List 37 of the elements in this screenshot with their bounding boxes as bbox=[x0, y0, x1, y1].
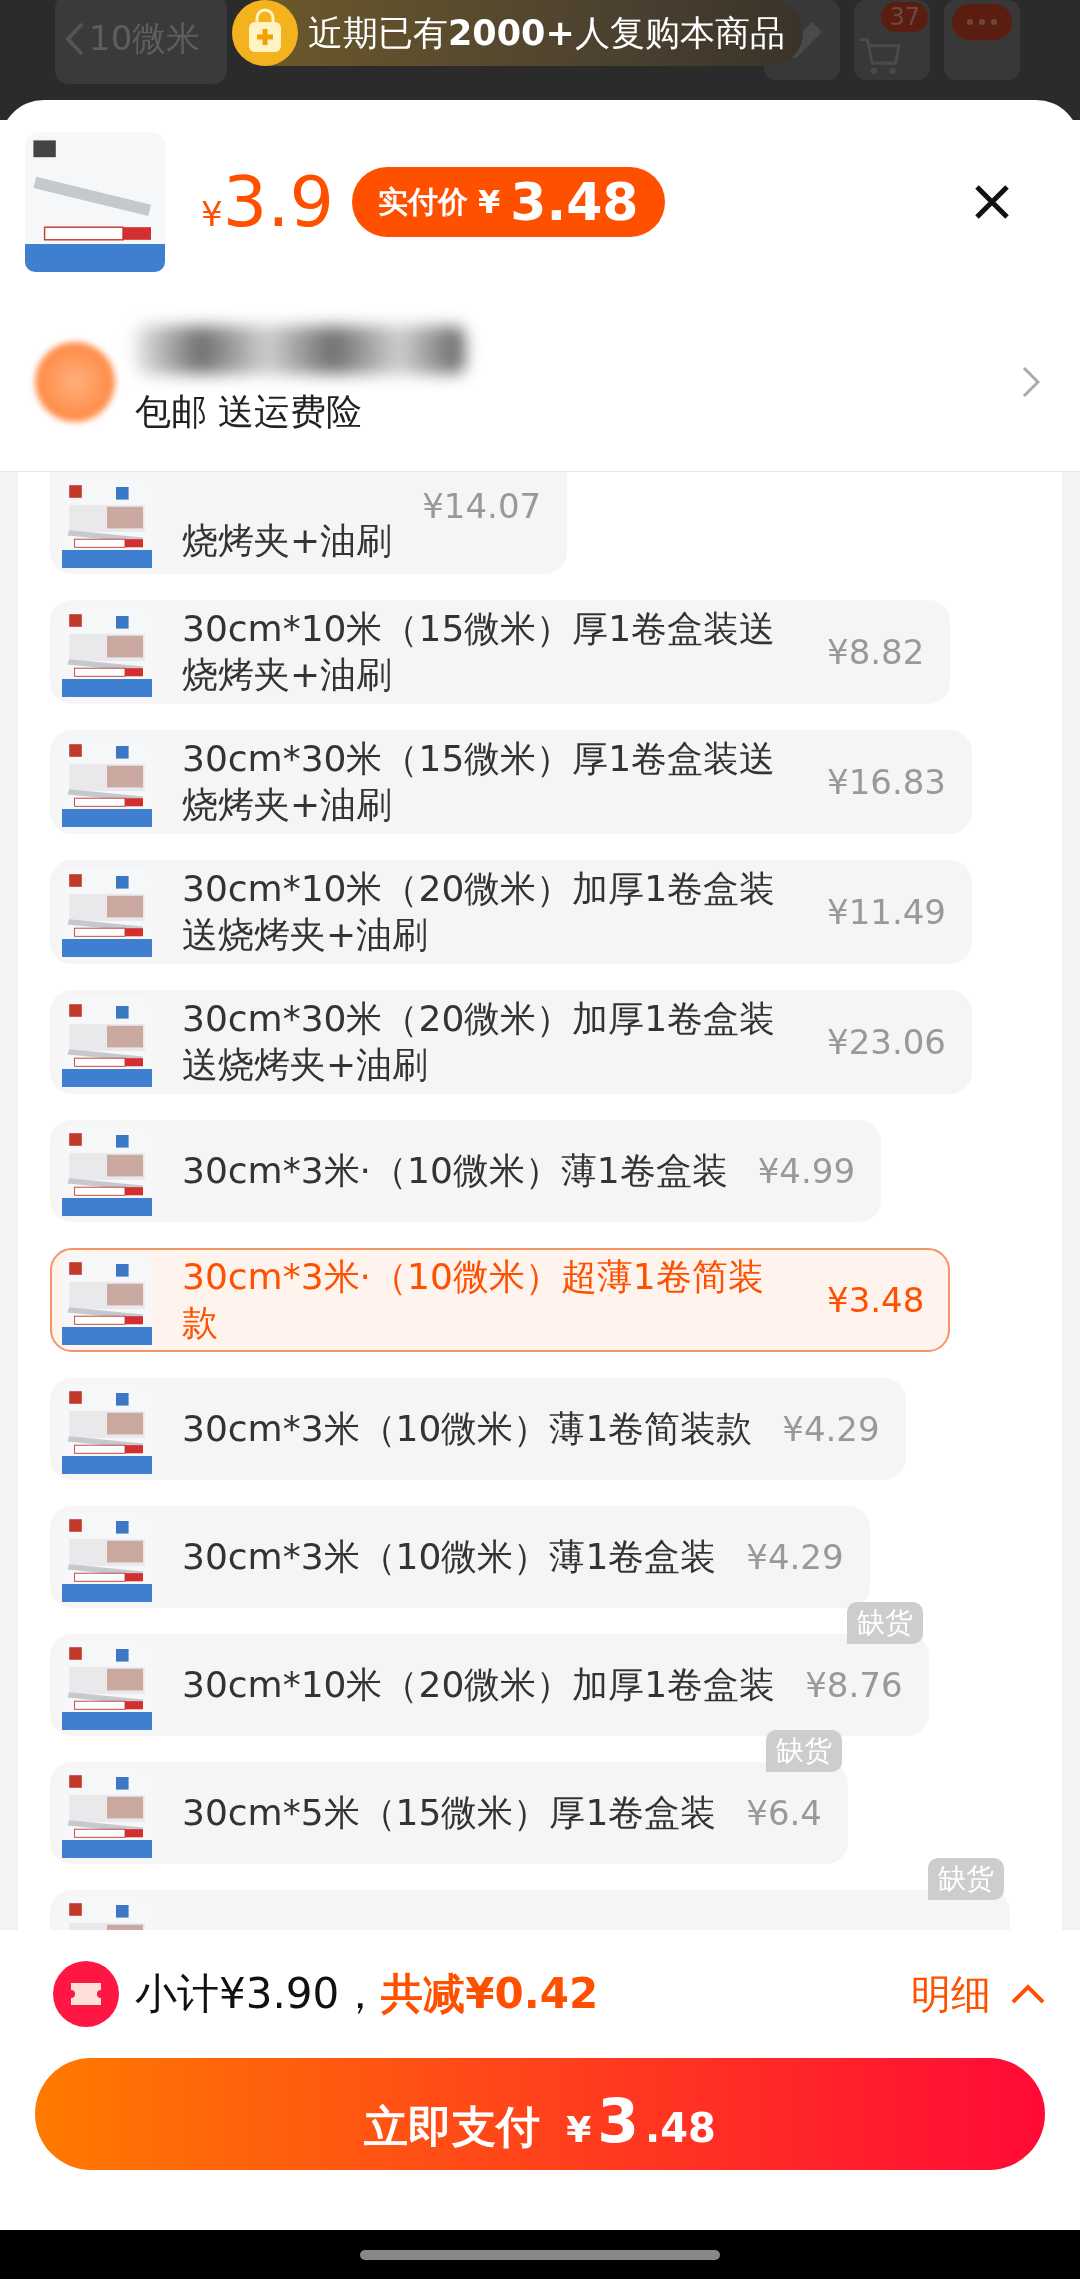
variant-price: ¥23.06 bbox=[827, 1022, 946, 1062]
variant-option[interactable]: 30cm*3米（10微米）薄1卷简装款 ¥4.29 bbox=[50, 1378, 906, 1480]
variant-option[interactable]: 30cm*10米（15微米）厚1卷盒装送烧烤夹+油刷 ¥8.82 bbox=[50, 600, 951, 704]
discount-text: 共减¥0.42 bbox=[381, 1968, 599, 2020]
product-price: ¥3.9 bbox=[201, 161, 334, 243]
paid-price-badge: 实付价 ¥ 3.48 bbox=[351, 167, 665, 237]
variant-price: ¥11.49 bbox=[827, 892, 946, 932]
variant-price: ¥14.07 bbox=[422, 486, 542, 526]
pay-button[interactable]: 立即支付 ¥3.48 bbox=[35, 2058, 1045, 2170]
variant-name: 30cm*3米·（10微米）超薄1卷简装款 bbox=[182, 1255, 765, 1345]
variant-price: ¥4.99 bbox=[757, 1151, 856, 1191]
shipping-tags: 包邮 送运费险 bbox=[135, 388, 465, 437]
variant-name: 30cm*3米·（10微米）薄1卷盒装 bbox=[182, 1149, 728, 1193]
variant-price: ¥16.83 bbox=[827, 762, 946, 802]
variant-price: ¥8.76 bbox=[805, 1665, 903, 1705]
variant-name: 烧烤夹+油刷 bbox=[182, 519, 393, 563]
variant-name: 30cm*10米（20微米）加厚1卷盒装 bbox=[182, 1663, 776, 1707]
variant-option[interactable]: 烧烤夹+油刷 ¥14.07 bbox=[50, 472, 568, 574]
variant-price: ¥4.29 bbox=[782, 1409, 880, 1449]
variant-price: ¥3.48 bbox=[827, 1280, 925, 1320]
variant-price: ¥4.29 bbox=[746, 1537, 844, 1577]
variant-option[interactable]: 30cm*30米（20微米）加厚1卷盒装送烧烤夹+油刷 ¥23.06 bbox=[50, 990, 972, 1094]
variant-price: ¥6.4 bbox=[746, 1793, 822, 1833]
variant-name: 30cm*30米（20微米）加厚1卷盒装送烧烤夹+油刷 bbox=[182, 997, 777, 1087]
variant-name: 30cm*5米（15微米）厚1卷盒装 bbox=[182, 1791, 717, 1835]
variant-name: 30cm*10米（20微米）加厚1卷盒装送烧烤夹+油刷 bbox=[182, 867, 777, 957]
variant-name: 30cm*3米（10微米）薄1卷盒装 bbox=[182, 1535, 717, 1579]
banner-text: 近期已有2000+人复购本商品 bbox=[308, 11, 785, 55]
variant-option[interactable]: 30cm*3米·（10微米）薄1卷盒装 ¥4.99 bbox=[50, 1120, 882, 1222]
variant-option[interactable]: 30cm*3米（10微米）薄1卷盒装 ¥4.29 bbox=[50, 1506, 870, 1608]
variant-option[interactable]: 30cm*30米（15微米）厚1卷盒装送烧烤夹+油刷 ¥16.83 bbox=[50, 730, 972, 834]
variant-price: ¥8.82 bbox=[827, 632, 925, 672]
variant-name: 30cm*10米（15微米）厚1卷盒装送烧烤夹+油刷 bbox=[182, 607, 777, 697]
variant-option[interactable]: 30cm*10米（20微米）加厚1卷盒装送烧烤夹+油刷 ¥11.49 bbox=[50, 860, 972, 964]
variant-name: 30cm*30米（15微米）厚1卷盒装送烧烤夹+油刷 bbox=[182, 737, 777, 827]
variant-name: 30cm*3米（10微米）薄1卷简装款 bbox=[182, 1407, 753, 1451]
subtotal-text: 小计¥3.90， bbox=[135, 1968, 382, 2020]
